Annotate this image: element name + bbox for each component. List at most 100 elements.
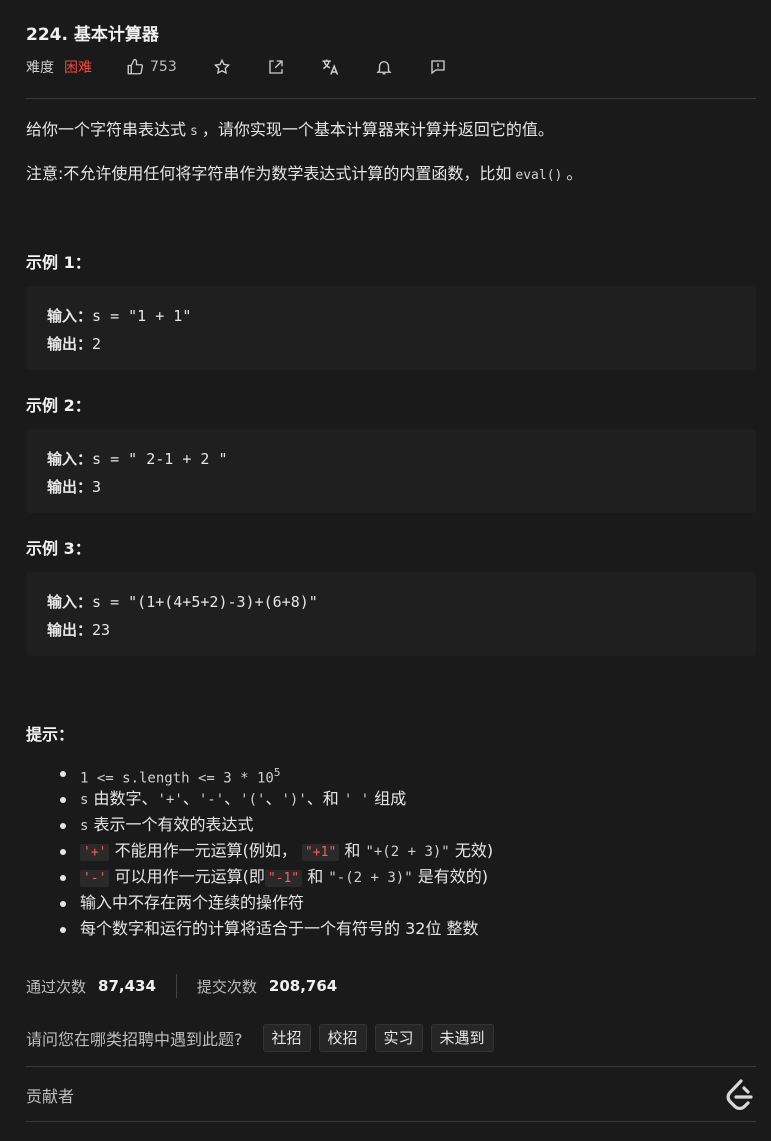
hint-item: s 表示一个有效的表达式 — [26, 812, 493, 838]
hint-code: '-' — [198, 792, 225, 808]
leetcode-logo — [724, 1078, 756, 1112]
hint-text: 由数字、 — [93, 789, 158, 808]
input-label: 输入： — [47, 307, 93, 325]
example-output: 输出：2 — [47, 333, 101, 355]
input-value: s = "1 + 1" — [92, 307, 192, 325]
note-paragraph: 注意:不允许使用任何将字符串作为数学表达式计算的内置函数，比如 eval()。 — [26, 162, 582, 188]
hint-text: 和 — [344, 841, 361, 860]
hint-code: s — [80, 792, 89, 808]
like-button[interactable]: 753 — [126, 58, 177, 76]
difficulty-badge: 困难 — [64, 60, 92, 76]
notify-button[interactable] — [373, 56, 395, 78]
hint-highlight: "-1" — [264, 870, 303, 887]
submission-stats: 通过次数 87,434 提交次数 208,764 — [26, 974, 337, 998]
bell-icon — [376, 61, 392, 75]
hint-text: 表示一个有效的表达式 — [93, 815, 254, 834]
hint-code: 1 <= s.length <= 3 * 10 — [80, 770, 274, 787]
example-1-title: 示例 1： — [26, 253, 91, 272]
tag-internship[interactable]: 实习 — [374, 1024, 423, 1052]
share-button[interactable] — [265, 56, 287, 78]
star-icon — [213, 58, 230, 75]
inline-code: eval() — [515, 168, 563, 183]
problem-title: 224. 基本计算器 — [26, 25, 159, 45]
hint-code: '(' — [240, 792, 266, 808]
tag-not-encountered[interactable]: 未遇到 — [430, 1024, 494, 1052]
hint-code: ' ' — [343, 792, 370, 808]
hint-code: '+' — [157, 792, 183, 808]
description-paragraph: 给你一个字符串表达式 s ，请你实现一个基本计算器来计算并返回它的值。 — [26, 118, 554, 144]
example-3-title: 示例 3： — [26, 539, 91, 558]
hint-highlight: '-' — [80, 870, 110, 887]
hint-highlight: '+' — [80, 844, 110, 861]
example-2-title: 示例 2： — [26, 396, 91, 415]
translate-icon — [322, 59, 338, 75]
hint-text: 是有效的) — [417, 867, 488, 886]
example-input: 输入：s = "(1+(4+5+2)-3)+(6+8)" — [47, 591, 318, 613]
stats-divider — [175, 974, 177, 998]
interview-question: 请问您在哪类招聘中遇到此题? 社招 校招 实习 未遇到 — [26, 1024, 494, 1052]
submitted-label: 提交次数 — [196, 977, 257, 996]
output-label: 输出： — [47, 478, 93, 496]
feedback-icon — [431, 60, 445, 75]
divider — [26, 98, 756, 99]
tag-social-hiring[interactable]: 社招 — [262, 1024, 311, 1052]
input-value: s = "(1+(4+5+2)-3)+(6+8)" — [92, 593, 318, 611]
note-text: 注意:不允许使用任何将字符串作为数学表达式计算的内置函数，比如 — [26, 164, 512, 183]
accepted-count: 87,434 — [98, 977, 156, 995]
output-value: 23 — [92, 621, 111, 639]
example-input: 输入：s = "1 + 1" — [47, 305, 191, 327]
output-value: 3 — [92, 478, 102, 496]
problem-page: 224. 基本计算器 难度 困难 753 给你一个字符串表达式 s ，请你实现一个基… — [0, 0, 771, 1141]
star-button[interactable] — [211, 56, 233, 78]
hint-text: 无效) — [454, 841, 494, 860]
tag-campus-hiring[interactable]: 校招 — [318, 1024, 367, 1052]
hints-list: 1 <= s.length <= 3 * 105 s 由数字、'+'、'-'、'… — [26, 760, 493, 942]
interview-prompt: 请问您在哪类招聘中遇到此题? — [26, 1030, 243, 1049]
hint-text: 、 — [182, 789, 199, 808]
divider — [26, 1066, 756, 1067]
hint-item: s 由数字、'+'、'-'、'('、')'、和 ' ' 组成 — [26, 786, 493, 812]
description-text: ，请你实现一个基本计算器来计算并返回它的值。 — [201, 120, 554, 139]
hint-text: 可以用作一元运算(即 — [114, 867, 265, 886]
hint-item: '-' 可以用作一元运算(即 "-1" 和 "-(2 + 3)" 是有效的) — [26, 864, 493, 890]
share-icon — [269, 60, 283, 74]
hint-code: "+(2 + 3)" — [365, 844, 450, 860]
submitted-count: 208,764 — [268, 977, 338, 995]
hint-text: 、 — [265, 789, 282, 808]
divider — [26, 1121, 756, 1122]
hint-text: 组成 — [374, 789, 407, 808]
hint-text: 不能用作一元运算(例如， — [114, 841, 297, 860]
output-label: 输出： — [47, 335, 93, 353]
contributors-toggle[interactable]: 贡献者 — [26, 1083, 74, 1107]
hint-text: 每个数字和运行的计算将适合于一个有符号的 32位 整数 — [80, 919, 479, 938]
hint-text: 、和 — [306, 789, 339, 808]
example-2-block: 输入：s = " 2-1 + 2 " 输出：3 — [26, 429, 756, 513]
output-value: 2 — [92, 335, 102, 353]
accepted-label: 通过次数 — [26, 977, 87, 996]
hint-item: 输入中不存在两个连续的操作符 — [26, 890, 493, 916]
hint-text: 和 — [307, 867, 324, 886]
hint-text: 、 — [224, 789, 241, 808]
example-3-block: 输入：s = "(1+(4+5+2)-3)+(6+8)" 输出：23 — [26, 572, 756, 656]
hint-item: '+' 不能用作一元运算(例如， "+1" 和 "+(2 + 3)" 无效) — [26, 838, 493, 864]
input-label: 输入： — [47, 593, 93, 611]
hint-code: ')' — [281, 792, 307, 808]
hint-item: 每个数字和运行的计算将适合于一个有符号的 32位 整数 — [26, 916, 493, 942]
example-1-block: 输入：s = "1 + 1" 输出：2 — [26, 286, 756, 370]
problem-meta: 难度 困难 753 — [26, 56, 449, 78]
hints-title: 提示： — [26, 725, 75, 744]
note-text: 。 — [566, 164, 583, 183]
hint-code: "-(2 + 3)" — [328, 870, 413, 886]
input-label: 输入： — [47, 450, 93, 468]
inline-code: s — [190, 124, 198, 139]
description-text: 给你一个字符串表达式 — [26, 120, 187, 139]
translate-button[interactable] — [319, 56, 341, 78]
difficulty-label: 难度 — [26, 60, 54, 76]
feedback-button[interactable] — [427, 56, 449, 78]
thumb-up-icon — [127, 58, 144, 75]
input-value: s = " 2-1 + 2 " — [92, 450, 228, 468]
example-output: 输出：23 — [47, 619, 110, 641]
like-count: 753 — [150, 59, 177, 75]
hint-text: 输入中不存在两个连续的操作符 — [80, 893, 305, 912]
hint-code: s — [80, 818, 89, 834]
